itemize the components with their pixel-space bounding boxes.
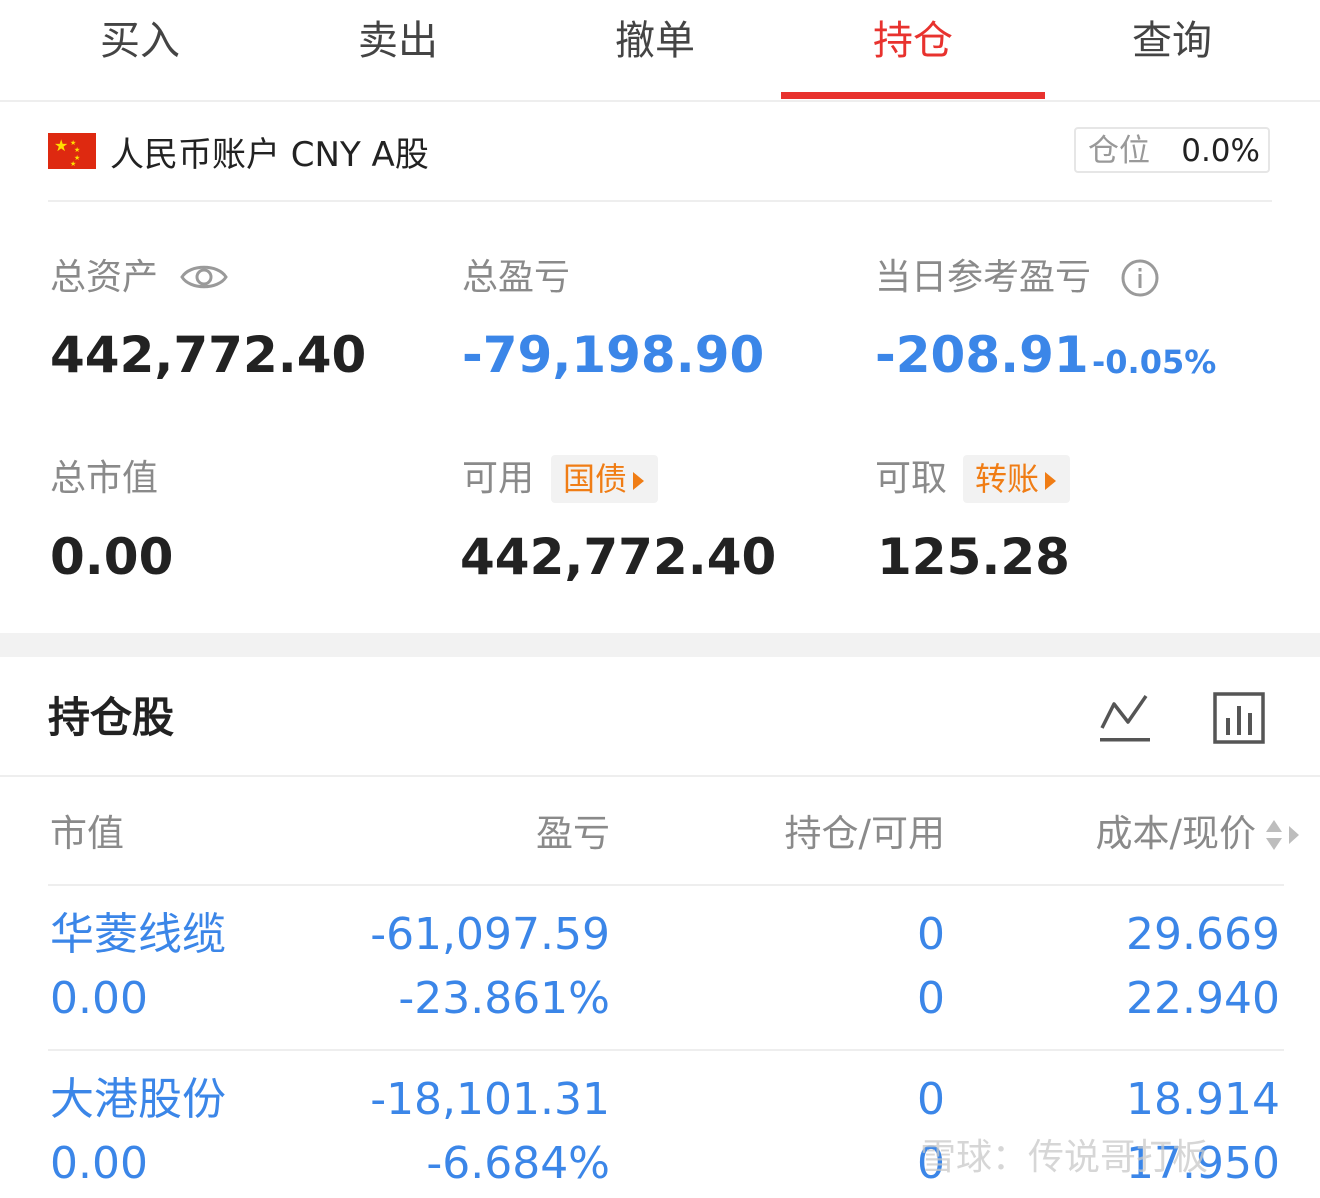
available-label: 可用 [462, 458, 535, 499]
position-qty: 0 [917, 909, 945, 960]
tab-sell[interactable]: 卖出 [298, 0, 498, 100]
withdrawable-value: 125.28 [877, 528, 1070, 586]
top-tab-bar: 买入 卖出 撤单 持仓 查询 [0, 0, 1320, 102]
tab-cancel-order[interactable]: 撤单 [555, 0, 755, 100]
market-value-label: 总市值 [50, 458, 159, 499]
account-label: 人民币账户 CNY A股 [110, 134, 429, 175]
tab-holdings[interactable]: 持仓 [813, 0, 1013, 100]
column-header-cost-price[interactable]: 成本/现价 [1000, 806, 1256, 862]
transfer-tag-label: 转账 [975, 460, 1040, 498]
watermark: 雪球：传说哥打板 [920, 1137, 1209, 1178]
bar-chart-icon[interactable] [1213, 692, 1265, 744]
china-flag-icon: ★ ★ ★ ★ ★ [48, 133, 96, 169]
line-chart-icon[interactable] [1098, 692, 1152, 744]
cost-price: 29.669 [1126, 909, 1280, 960]
pnl-percent: -23.861% [398, 973, 610, 1024]
total-assets-label: 总资产 [50, 257, 159, 298]
position-qty: 0 [917, 1074, 945, 1125]
column-header-position-available[interactable]: 持仓/可用 [700, 806, 945, 862]
holdings-title: 持仓股 [48, 693, 175, 742]
market-value: 0.00 [50, 973, 148, 1024]
total-pnl-label: 总盈亏 [462, 257, 571, 298]
tab-buy[interactable]: 买入 [40, 0, 240, 100]
account-selector[interactable]: ★ ★ ★ ★ ★ 人民币账户 CNY A股 [48, 128, 429, 175]
sort-arrows-icon[interactable] [1262, 816, 1302, 856]
available-qty: 0 [917, 973, 945, 1024]
stock-name: 大港股份 [50, 1074, 226, 1125]
treasury-bond-tag-label: 国债 [563, 460, 628, 498]
column-header-market-value[interactable]: 市值 [50, 806, 124, 862]
position-label: 仓位 [1088, 133, 1150, 169]
play-arrow-icon [633, 472, 645, 490]
info-icon[interactable] [1120, 258, 1160, 298]
position-ratio-box: 仓位 0.0% [1074, 127, 1270, 173]
daily-pnl-percent: -0.05% [1092, 343, 1217, 381]
position-value: 0.0% [1181, 133, 1260, 169]
section-separator [0, 633, 1320, 657]
treasury-bond-tag[interactable]: 国债 [551, 455, 658, 503]
active-tab-indicator [781, 92, 1045, 99]
stock-name: 华菱线缆 [50, 909, 226, 960]
pnl-amount: -61,097.59 [370, 909, 610, 960]
daily-pnl-label: 当日参考盈亏 [875, 257, 1092, 298]
total-assets-value: 442,772.40 [50, 326, 367, 384]
market-value-value: 0.00 [50, 528, 174, 586]
transfer-tag[interactable]: 转账 [963, 455, 1070, 503]
tab-query[interactable]: 查询 [1072, 0, 1272, 100]
pnl-amount: -18,101.31 [370, 1074, 610, 1125]
pnl-percent: -6.684% [426, 1138, 610, 1189]
play-arrow-icon [1045, 472, 1057, 490]
withdrawable-label: 可取 [875, 458, 948, 499]
divider [48, 1049, 1284, 1051]
market-value: 0.00 [50, 1138, 148, 1189]
divider [48, 884, 1284, 886]
available-value: 442,772.40 [460, 528, 777, 586]
column-header-pnl[interactable]: 盈亏 [410, 806, 610, 862]
cost-price: 18.914 [1126, 1074, 1280, 1125]
total-pnl-value: -79,198.90 [462, 326, 765, 384]
daily-pnl-value: -208.91 [875, 326, 1089, 384]
divider [48, 200, 1272, 202]
current-price: 22.940 [1126, 973, 1280, 1024]
divider [0, 775, 1320, 777]
eye-icon[interactable] [180, 261, 228, 293]
